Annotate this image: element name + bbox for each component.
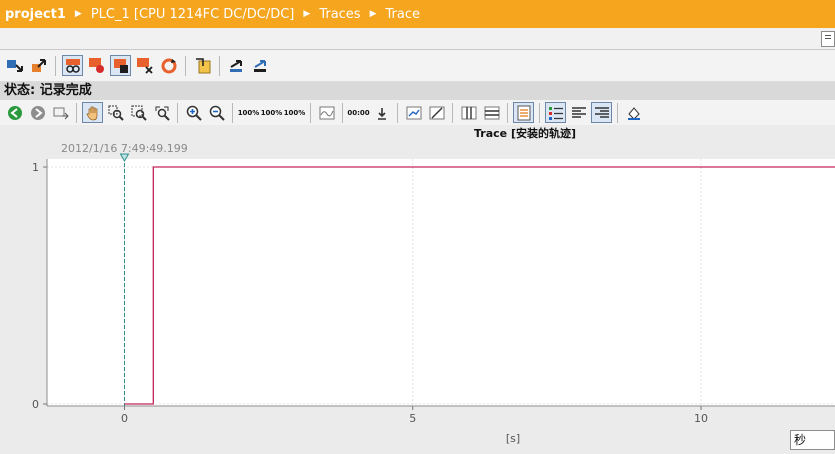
zoom-100-label: 100% bbox=[237, 108, 260, 117]
toolbar-separator bbox=[185, 55, 186, 76]
time-format-button[interactable]: 00:00 bbox=[347, 102, 370, 123]
status-bar: 状态: 记录完成 bbox=[0, 82, 835, 100]
breadcrumb-plc[interactable]: PLC_1 [CPU 1214FC DC/DC/DC] bbox=[91, 7, 295, 22]
background-color-icon[interactable] bbox=[623, 102, 644, 123]
breadcrumb-separator-icon: ▶ bbox=[74, 9, 82, 19]
trigger-timestamp: 2012/1/16 7:49:49.199 bbox=[61, 142, 188, 155]
toolbar-separator bbox=[232, 102, 233, 123]
forward-icon[interactable] bbox=[27, 102, 48, 123]
x-100-label: 100% bbox=[283, 108, 306, 117]
trace-editor: project1 ▶ PLC_1 [CPU 1214FC DC/DC/DC] ▶… bbox=[0, 0, 835, 454]
pan-hand-icon[interactable] bbox=[82, 102, 103, 123]
toolbar-separator bbox=[55, 55, 56, 76]
status-text: 状态: 记录完成 bbox=[4, 83, 92, 98]
time-format-label: 00:00 bbox=[347, 108, 370, 117]
align-right-icon[interactable] bbox=[591, 102, 612, 123]
y-100-label: 100% bbox=[260, 108, 283, 117]
breadcrumb-trace[interactable]: Trace bbox=[386, 7, 421, 22]
y-tick-label: 1 bbox=[32, 161, 39, 174]
trace-diagram[interactable]: Trace [安装的轨迹] 2012/1/16 7:49:49.199 01 -… bbox=[0, 125, 835, 454]
delete-recording-icon[interactable] bbox=[134, 55, 155, 76]
toolbar-separator bbox=[539, 102, 540, 123]
toolbar-separator bbox=[397, 102, 398, 123]
export-measurement-icon[interactable] bbox=[226, 55, 247, 76]
download-to-device-icon[interactable] bbox=[4, 55, 25, 76]
toolbar-separator bbox=[76, 102, 77, 123]
breadcrumb-separator-icon: ▶ bbox=[303, 9, 311, 19]
import-measurement-icon[interactable] bbox=[250, 55, 271, 76]
trace-toolbar bbox=[0, 50, 835, 82]
repeat-recording-icon[interactable] bbox=[158, 55, 179, 76]
activate-recording-icon[interactable] bbox=[86, 55, 107, 76]
toolbar-separator bbox=[310, 102, 311, 123]
zoom-selection-icon[interactable] bbox=[105, 102, 126, 123]
y-axis: 01 bbox=[32, 159, 48, 411]
zoom-in-icon[interactable] bbox=[183, 102, 204, 123]
add-to-measurements-icon[interactable] bbox=[192, 55, 213, 76]
toolbar-separator bbox=[452, 102, 453, 123]
x-tick-label: 10 bbox=[694, 412, 708, 425]
maximize-pane-button[interactable] bbox=[821, 31, 835, 47]
toolbar-separator bbox=[219, 55, 220, 76]
toolbar-separator bbox=[507, 102, 508, 123]
plot-area[interactable] bbox=[47, 159, 835, 406]
time-unit-select[interactable]: 秒 bbox=[790, 430, 835, 450]
x-axis-unit: [s] bbox=[506, 432, 520, 445]
auto-scroll-icon[interactable] bbox=[50, 102, 71, 123]
x-axis: -5051015202530354045505560 bbox=[47, 405, 835, 425]
breadcrumb-traces[interactable]: Traces bbox=[319, 7, 360, 22]
monitor-trace-icon[interactable] bbox=[62, 55, 83, 76]
line-diagram-icon[interactable] bbox=[426, 102, 447, 123]
breadcrumb-separator-icon: ▶ bbox=[369, 9, 377, 19]
stop-recording-icon[interactable] bbox=[110, 55, 131, 76]
toolbar-separator bbox=[617, 102, 618, 123]
x-tick-label: 0 bbox=[121, 412, 128, 425]
toolbar-separator bbox=[342, 102, 343, 123]
y-tick-label: 0 bbox=[32, 398, 39, 411]
zoom-horizontal-icon[interactable] bbox=[151, 102, 172, 123]
zoom-out-icon[interactable] bbox=[206, 102, 227, 123]
show-signal-table-icon[interactable] bbox=[316, 102, 337, 123]
breadcrumb: project1 ▶ PLC_1 [CPU 1214FC DC/DC/DC] ▶… bbox=[0, 0, 835, 28]
breadcrumb-project[interactable]: project1 bbox=[5, 7, 66, 22]
zoom-100-button[interactable]: 100% bbox=[237, 102, 260, 123]
upload-to-project-icon[interactable] bbox=[28, 55, 49, 76]
zoom-vertical-icon[interactable] bbox=[128, 102, 149, 123]
back-icon[interactable] bbox=[4, 102, 25, 123]
toolbar-separator bbox=[177, 102, 178, 123]
chart-title: Trace [安装的轨迹] bbox=[474, 126, 576, 140]
signal-table-icon[interactable] bbox=[513, 102, 534, 123]
legend-icon[interactable] bbox=[545, 102, 566, 123]
x-tick-label: 5 bbox=[409, 412, 416, 425]
show-measurement-points-icon[interactable] bbox=[403, 102, 424, 123]
y-100-button[interactable]: 100% bbox=[260, 102, 283, 123]
time-unit-value: 秒 bbox=[794, 433, 807, 447]
align-left-icon[interactable] bbox=[568, 102, 589, 123]
vertical-cursor-icon[interactable] bbox=[458, 102, 479, 123]
x-100-button[interactable]: 100% bbox=[283, 102, 306, 123]
trace-chart[interactable]: Trace [安装的轨迹] 2012/1/16 7:49:49.199 01 -… bbox=[0, 125, 835, 454]
editor-strip bbox=[0, 28, 835, 50]
down-arrow-icon[interactable] bbox=[371, 102, 392, 123]
horizontal-cursor-icon[interactable] bbox=[481, 102, 502, 123]
diagram-toolbar: 100% 100% 100% 00:00 bbox=[0, 100, 835, 125]
